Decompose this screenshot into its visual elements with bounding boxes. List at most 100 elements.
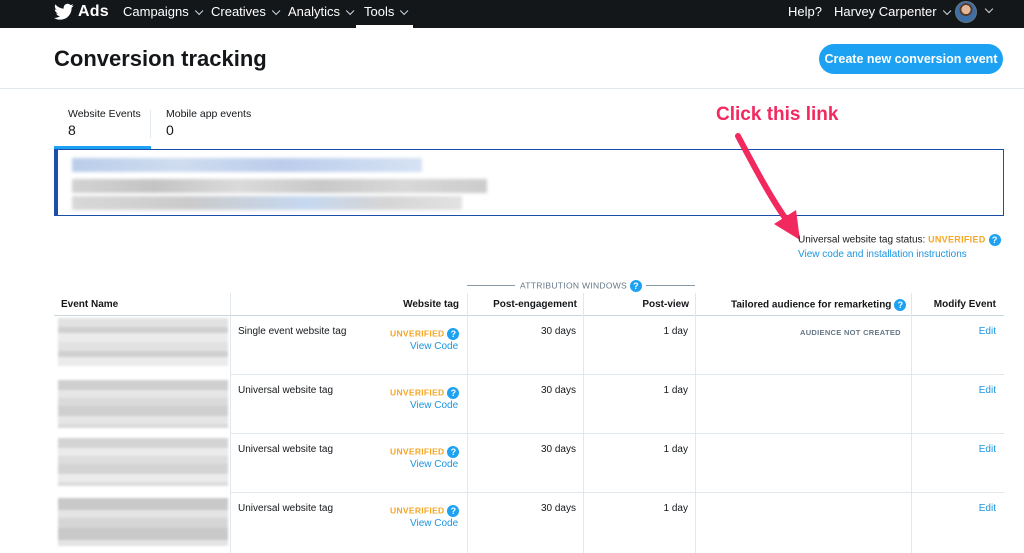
post-view-cell: 1 day	[663, 326, 688, 337]
edit-link[interactable]: Edit	[979, 326, 996, 337]
column-header-tailored-audience: Tailored audience for remarketing?	[731, 299, 907, 311]
nav-tools[interactable]: Tools	[364, 4, 409, 19]
row-divider	[230, 433, 1004, 434]
redacted-event-name	[58, 318, 228, 366]
nav-analytics-label: Analytics	[288, 4, 341, 19]
tab-website-events-label: Website Events	[68, 108, 141, 120]
nav-active-indicator	[356, 25, 413, 28]
help-icon[interactable]: ?	[447, 446, 460, 458]
page-title: Conversion tracking	[54, 46, 267, 71]
tab-website-events[interactable]: Website Events 8	[68, 108, 141, 138]
row-divider	[230, 374, 1004, 375]
row-divider	[230, 492, 1004, 493]
status-text: UNVERIFIED	[390, 328, 445, 339]
column-header-modify-event: Modify Event	[933, 299, 996, 310]
chevron-down-icon	[400, 6, 409, 16]
status-badge: UNVERIFIED?	[390, 505, 460, 517]
status-badge: UNVERIFIED?	[390, 446, 460, 458]
view-code-link[interactable]: View Code	[410, 518, 458, 529]
tag-status-label: Universal website tag status:	[798, 234, 926, 246]
redacted-event-name	[58, 438, 228, 486]
post-view-cell: 1 day	[663, 503, 688, 514]
user-menu[interactable]: Harvey Carpenter	[834, 4, 951, 19]
event-info-box	[54, 149, 1004, 216]
post-engagement-cell: 30 days	[540, 503, 576, 514]
edit-link[interactable]: Edit	[979, 385, 996, 396]
status-badge: UNVERIFIED?	[390, 328, 460, 340]
column-divider	[467, 293, 468, 553]
user-name: Harvey Carpenter	[834, 4, 937, 19]
redacted-event-name	[58, 498, 228, 546]
nav-creatives-label: Creatives	[211, 4, 266, 19]
column-header-post-view: Post-view	[642, 299, 689, 310]
view-code-instructions-link[interactable]: View code and installation instructions	[798, 249, 967, 260]
redacted-event-name	[58, 380, 228, 428]
header-divider	[0, 88, 1024, 89]
nav-campaigns[interactable]: Campaigns	[123, 4, 204, 19]
column-divider	[230, 293, 231, 553]
redacted-text	[72, 179, 487, 193]
tag-status: Universal website tag status: UNVERIFIED…	[798, 234, 1001, 246]
chevron-down-icon	[345, 6, 355, 16]
redacted-text	[72, 196, 462, 210]
column-header-event-name: Event Name	[61, 299, 119, 310]
chevron-down-icon[interactable]	[984, 4, 994, 14]
chevron-down-icon	[271, 6, 281, 16]
post-engagement-cell: 30 days	[540, 444, 576, 455]
edit-link[interactable]: Edit	[979, 444, 996, 455]
help-icon[interactable]: ?	[630, 280, 643, 292]
view-code-link[interactable]: View Code	[410, 459, 458, 470]
view-code-link[interactable]: View Code	[410, 400, 458, 411]
view-code-link[interactable]: View Code	[410, 341, 458, 352]
top-nav-bar: Ads Campaigns Creatives Analytics Tools …	[0, 0, 1024, 28]
column-header-tailored-text: Tailored audience for remarketing	[731, 299, 892, 311]
nav-analytics[interactable]: Analytics	[288, 4, 355, 19]
tag-status-value: UNVERIFIED	[928, 234, 986, 245]
chevron-down-icon	[194, 6, 204, 16]
help-icon[interactable]: ?	[447, 387, 460, 399]
column-divider	[583, 293, 584, 553]
redacted-text	[72, 158, 422, 172]
website-tag-cell: Universal website tag	[238, 444, 334, 455]
website-tag-cell: Universal website tag	[238, 503, 334, 514]
twitter-bird-icon	[54, 3, 74, 20]
help-icon[interactable]: ?	[447, 505, 460, 517]
tab-mobile-app-events[interactable]: Mobile app events 0	[166, 108, 251, 138]
edit-link[interactable]: Edit	[979, 503, 996, 514]
audience-status: AUDIENCE NOT CREATED	[800, 328, 901, 337]
create-conversion-event-button[interactable]: Create new conversion event	[819, 44, 1003, 74]
nav-creatives[interactable]: Creatives	[211, 4, 281, 19]
column-header-post-engagement: Post-engagement	[493, 299, 577, 310]
post-engagement-cell: 30 days	[540, 326, 576, 337]
column-divider	[911, 293, 912, 553]
website-tag-cell: Universal website tag	[238, 385, 334, 396]
help-icon[interactable]: ?	[894, 299, 907, 311]
avatar[interactable]	[955, 1, 977, 23]
help-icon[interactable]: ?	[447, 328, 460, 340]
attribution-windows-text: ATTRIBUTION WINDOWS	[519, 280, 628, 291]
help-icon[interactable]: ?	[988, 234, 1001, 246]
tab-website-events-count: 8	[68, 122, 76, 138]
annotation-arrow-icon	[735, 133, 800, 240]
tab-mobile-app-events-label: Mobile app events	[166, 108, 252, 120]
website-tag-cell: Single event website tag	[238, 326, 347, 337]
attribution-windows-label: ATTRIBUTION WINDOWS?	[467, 280, 695, 292]
tab-mobile-app-events-count: 0	[166, 122, 174, 138]
post-engagement-cell: 30 days	[540, 385, 576, 396]
status-text: UNVERIFIED	[390, 387, 445, 398]
post-view-cell: 1 day	[663, 444, 688, 455]
brand-text: Ads	[78, 3, 109, 20]
column-header-website-tag: Website tag	[403, 299, 459, 310]
column-divider	[695, 293, 696, 553]
status-text: UNVERIFIED	[390, 446, 445, 457]
nav-campaigns-label: Campaigns	[123, 4, 189, 19]
status-badge: UNVERIFIED?	[390, 387, 460, 399]
tab-separator	[150, 110, 151, 138]
help-link[interactable]: Help?	[788, 4, 822, 19]
chevron-down-icon	[942, 6, 951, 16]
annotation-text: Click this link	[716, 104, 839, 125]
post-view-cell: 1 day	[663, 385, 688, 396]
nav-tools-label: Tools	[364, 4, 395, 19]
brand-logo[interactable]: Ads	[54, 3, 109, 21]
table-header-divider	[54, 315, 1004, 316]
